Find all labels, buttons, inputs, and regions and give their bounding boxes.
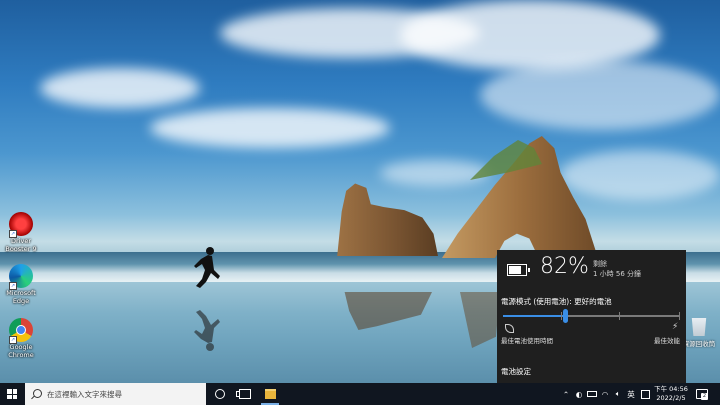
rock-small bbox=[337, 183, 438, 256]
show-hidden-icons-button[interactable]: ⌃ bbox=[560, 383, 572, 405]
ime-pad-icon bbox=[640, 389, 650, 399]
battery-settings-link[interactable]: 電池設定 bbox=[501, 366, 531, 377]
ime-pad-button[interactable] bbox=[639, 383, 651, 405]
battery-icon bbox=[507, 264, 530, 276]
taskbar: ⌃ ◐ ◠ 🔈︎ 英 下午 04:56 2022/2/5 2 bbox=[0, 383, 720, 405]
taskbar-search-box[interactable] bbox=[25, 383, 206, 405]
lightning-icon: ⚡ bbox=[672, 322, 679, 332]
tray-app-icon: ◐ bbox=[575, 389, 583, 399]
power-mode-label: 電源模式 (使用電池): 更好的電池 bbox=[501, 297, 612, 306]
file-explorer-button[interactable] bbox=[258, 383, 282, 405]
slider-tick bbox=[679, 312, 680, 320]
desktop-icon-label: Google Chrome bbox=[8, 343, 34, 359]
battery-remaining-label: 剩餘 bbox=[593, 260, 607, 268]
battery-tray-icon bbox=[587, 391, 597, 397]
start-button[interactable] bbox=[0, 383, 24, 405]
desktop-icon-edge[interactable]: ↗ Microsoft Edge bbox=[2, 264, 40, 305]
edge-icon: ↗ bbox=[9, 264, 33, 290]
slider-fill bbox=[503, 315, 565, 317]
slider-tick bbox=[619, 312, 621, 320]
runner-silhouette bbox=[194, 247, 220, 288]
search-input[interactable] bbox=[45, 387, 204, 402]
speaker-icon: 🔈︎ bbox=[615, 389, 621, 398]
desktop-icon-label: Microsoft Edge bbox=[6, 289, 36, 305]
windows-logo-icon bbox=[7, 389, 17, 399]
cloud bbox=[400, 0, 660, 70]
power-mode-slider[interactable] bbox=[503, 309, 680, 323]
clock-date: 2022/2/5 bbox=[656, 394, 686, 402]
wifi-icon: ◠ bbox=[601, 389, 609, 399]
recycle-bin-icon bbox=[691, 318, 707, 336]
search-icon bbox=[33, 389, 42, 398]
best-battery-label: 最佳電池使用時間 bbox=[501, 337, 553, 345]
desktop-icon-label: Driver Booster 9 bbox=[5, 237, 37, 253]
cortana-button[interactable] bbox=[208, 383, 232, 405]
shortcut-arrow-icon: ↗ bbox=[9, 230, 17, 238]
cloud bbox=[40, 68, 200, 108]
battery-percentage: 82% bbox=[540, 254, 589, 279]
shortcut-arrow-icon: ↗ bbox=[9, 336, 17, 344]
ime-label: 英 bbox=[627, 389, 635, 399]
volume-button[interactable]: 🔈︎ bbox=[612, 383, 624, 405]
task-view-button[interactable] bbox=[233, 383, 257, 405]
ime-mode-button[interactable]: 英 bbox=[625, 383, 637, 405]
cortana-icon bbox=[215, 389, 225, 399]
desktop-icon-chrome[interactable]: ↗ Google Chrome bbox=[2, 318, 40, 359]
battery-remaining-time: 1 小時 56 分鐘 bbox=[593, 270, 642, 278]
chevron-up-icon: ⌃ bbox=[562, 389, 570, 399]
runner-reflection bbox=[194, 310, 220, 351]
chrome-icon: ↗ bbox=[9, 318, 33, 344]
task-view-icon bbox=[236, 389, 251, 399]
cloud bbox=[560, 150, 720, 200]
shortcut-arrow-icon: ↗ bbox=[9, 282, 17, 290]
cloud bbox=[150, 108, 390, 148]
battery-flyout: 82% 剩餘 1 小時 56 分鐘 電源模式 (使用電池): 更好的電池 ⚡ 最… bbox=[497, 250, 686, 383]
network-button[interactable]: ◠ bbox=[599, 383, 611, 405]
slider-tick bbox=[561, 312, 563, 320]
cloud bbox=[480, 60, 720, 130]
driver-booster-icon: ↗ bbox=[9, 212, 33, 238]
tray-app-button[interactable]: ◐ bbox=[573, 383, 585, 405]
slider-thumb[interactable] bbox=[562, 309, 568, 323]
file-explorer-icon bbox=[264, 389, 276, 399]
clock-time: 下午 04:56 bbox=[654, 385, 688, 393]
notification-count-badge: 2 bbox=[701, 393, 708, 400]
taskbar-clock[interactable]: 下午 04:56 2022/2/5 bbox=[652, 385, 690, 403]
battery-saver-leaf-icon bbox=[505, 324, 514, 333]
battery-tray-button[interactable] bbox=[586, 383, 598, 405]
best-performance-label: 最佳效能 bbox=[654, 337, 680, 345]
desktop-icon-driver-booster[interactable]: ↗ Driver Booster 9 bbox=[2, 212, 40, 253]
cloud bbox=[380, 160, 490, 186]
